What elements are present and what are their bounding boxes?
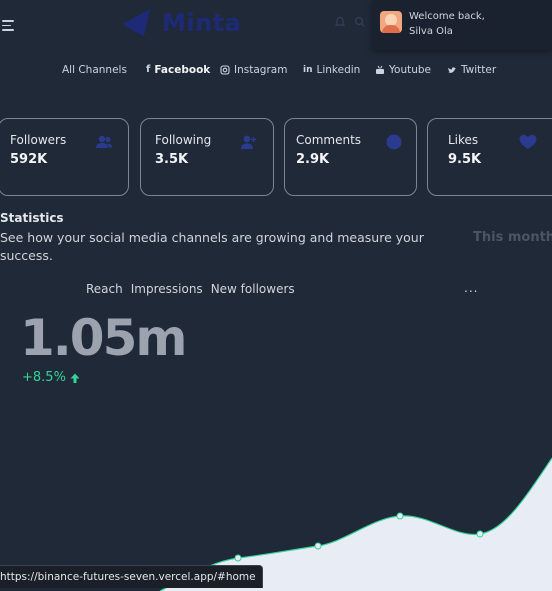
period-selector[interactable]: This month: [473, 230, 552, 245]
bell-icon[interactable]: [334, 16, 346, 28]
card-label: Following: [155, 133, 212, 147]
users-icon: [96, 135, 112, 148]
twitter-icon: [448, 67, 456, 73]
tab-label: Linkedin: [316, 64, 361, 76]
tab-linkedin[interactable]: in Linkedin: [303, 58, 360, 82]
logo-icon: [123, 9, 150, 36]
following-card[interactable]: Following 3.5K: [140, 118, 274, 196]
channel-tabs: All Channels f Facebook Instagram in Lin…: [0, 58, 552, 82]
statistics-subtitle: See how your social media channels are g…: [0, 230, 424, 263]
arrow-up-icon: [70, 373, 80, 383]
growth-value: +8.5%: [22, 370, 66, 385]
comments-card[interactable]: Comments 2.9K: [284, 118, 417, 196]
card-value: 9.5K: [448, 152, 482, 167]
welcome-text: Welcome back, Silva Ola: [409, 9, 485, 39]
tab-instagram[interactable]: Instagram: [220, 58, 287, 82]
tab-facebook[interactable]: f Facebook: [146, 58, 210, 82]
tab-label: Twitter: [461, 64, 497, 76]
brand-name: Minta: [162, 9, 242, 37]
tab-youtube[interactable]: Youtube: [375, 58, 431, 82]
reach-value: 1.05m: [20, 309, 187, 367]
welcome-greeting: Welcome back,: [409, 11, 485, 22]
metric-tabs: Reach Impressions New followers: [86, 282, 295, 296]
tab-reach[interactable]: Reach: [86, 282, 123, 296]
followers-card[interactable]: Followers 592K: [0, 118, 129, 196]
tab-new-followers[interactable]: New followers: [211, 282, 295, 296]
tab-label: Facebook: [154, 64, 211, 76]
card-label: Comments: [296, 133, 362, 147]
tab-twitter[interactable]: Twitter: [447, 58, 496, 82]
more-options-button[interactable]: ...: [464, 281, 478, 295]
linkedin-icon: in: [303, 65, 313, 75]
user-plus-icon: [241, 135, 256, 149]
tab-label: All Channels: [62, 64, 127, 76]
youtube-icon: [376, 65, 384, 74]
brand-logo[interactable]: Minta: [120, 6, 241, 40]
card-value: 592K: [10, 152, 48, 167]
chart-point: [314, 542, 322, 550]
tab-label: Youtube: [389, 64, 431, 76]
card-label: Followers: [10, 133, 67, 147]
card-label: Likes: [448, 133, 479, 147]
avatar[interactable]: [380, 11, 402, 33]
top-bar: Minta Welcome back, Silva Ola: [0, 0, 552, 52]
card-value: 2.9K: [296, 152, 330, 167]
tab-label: Instagram: [234, 64, 288, 76]
tab-impressions[interactable]: Impressions: [131, 282, 203, 296]
instagram-icon: [220, 65, 230, 75]
user-welcome-panel[interactable]: Welcome back, Silva Ola: [372, 0, 552, 50]
growth-indicator: +8.5%: [22, 370, 81, 385]
chart-point: [234, 554, 242, 562]
status-url-bar: https://binance-futures-seven.vercel.app…: [0, 565, 263, 588]
card-value: 3.5K: [155, 152, 189, 167]
chart-point: [476, 530, 484, 538]
header-icons: [334, 16, 366, 28]
search-icon[interactable]: [354, 16, 366, 28]
comment-icon: [386, 134, 402, 150]
menu-icon[interactable]: [2, 20, 14, 32]
chart-point: [396, 512, 404, 520]
heart-icon: [519, 134, 537, 149]
statistics-title: Statistics: [0, 211, 64, 225]
tab-all-channels[interactable]: All Channels: [62, 58, 127, 82]
facebook-icon: f: [146, 64, 151, 75]
likes-card[interactable]: Likes 9.5K: [427, 118, 552, 196]
user-name: Silva Ola: [409, 26, 453, 37]
